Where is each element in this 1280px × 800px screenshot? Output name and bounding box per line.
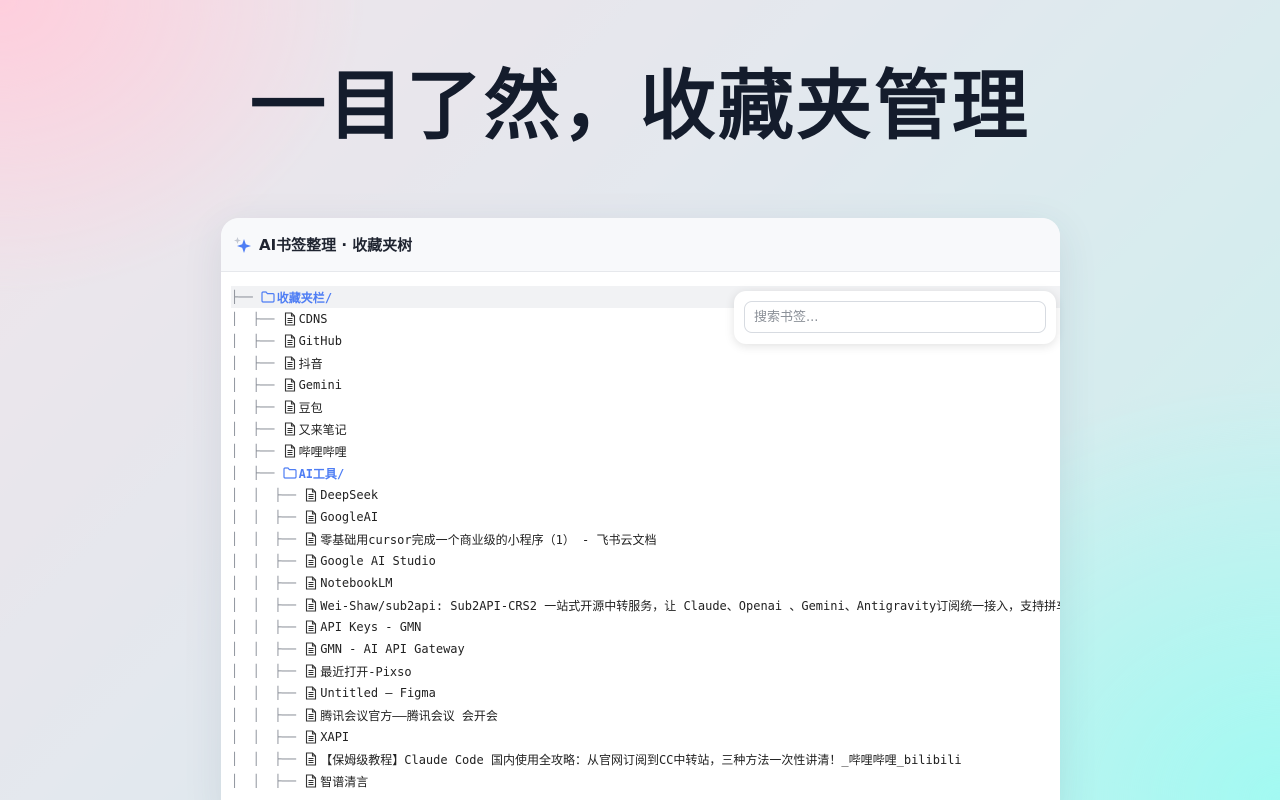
document-icon: [303, 487, 319, 503]
tree-guide-lines: │ │ ├──: [231, 532, 304, 546]
document-icon: [303, 663, 319, 679]
tree-item-label: 【保姆级教程】Claude Code 国内使用全攻略：从官网订阅到CC中转站，三…: [320, 752, 962, 767]
tree-item-label: Wei-Shaw/sub2api: Sub2API-CRS2 一站式开源中转服务…: [320, 598, 1060, 613]
tree-item-label: 哔哩哔哩: [298, 444, 347, 459]
tree-bookmark-row[interactable]: │ │ ├── 零基础用cursor完成一个商业级的小程序（1） - 飞书云文档: [231, 528, 1060, 550]
tree-item-label: 零基础用cursor完成一个商业级的小程序（1） - 飞书云文档: [320, 532, 657, 547]
document-icon: [282, 443, 298, 459]
document-icon: [303, 641, 319, 657]
tree-bookmark-row[interactable]: │ │ ├── 智谱清言: [231, 770, 1060, 792]
bookmark-tree: ├── 收藏夹栏/│ ├── CDNS │ ├── GitHub │ ├── 抖音 │…: [231, 286, 1060, 792]
document-icon: [282, 355, 298, 371]
tree-bookmark-row[interactable]: │ │ ├── 最近打开-Pixso: [231, 660, 1060, 682]
document-icon: [303, 751, 319, 767]
tree-item-label: NotebookLM: [320, 576, 393, 590]
tree-bookmark-row[interactable]: │ │ ├── 腾讯会议官方——腾讯会议 会开会: [231, 704, 1060, 726]
tree-bookmark-row[interactable]: │ ├── 又来笔记: [231, 418, 1060, 440]
tree-guide-lines: │ │ ├──: [231, 752, 304, 766]
tree-bookmark-row[interactable]: │ │ ├── XAPI: [231, 726, 1060, 748]
tree-guide-lines: │ │ ├──: [231, 554, 304, 568]
tree-guide-lines: │ │ ├──: [231, 730, 304, 744]
tree-guide-lines: │ ├──: [231, 444, 282, 458]
search-input[interactable]: [744, 301, 1046, 333]
document-icon: [282, 333, 298, 349]
document-icon: [303, 707, 319, 723]
tree-guide-lines: │ │ ├──: [231, 488, 304, 502]
document-icon: [303, 509, 319, 525]
document-icon: [303, 773, 319, 789]
tree-item-label: API Keys - GMN: [320, 620, 422, 634]
tree-item-label: 收藏夹栏/: [276, 290, 333, 305]
document-icon: [303, 597, 319, 613]
tree-bookmark-row[interactable]: │ │ ├── GoogleAI: [231, 506, 1060, 528]
tree-bookmark-row[interactable]: │ ├── 抖音: [231, 352, 1060, 374]
document-icon: [282, 311, 298, 327]
folder-icon: [282, 465, 298, 481]
tree-bookmark-row[interactable]: │ │ ├── Google AI Studio: [231, 550, 1060, 572]
tree-item-label: GMN - AI API Gateway: [320, 642, 465, 656]
tree-item-label: 智谱清言: [320, 774, 369, 789]
document-icon: [303, 729, 319, 745]
tree-item-label: XAPI: [320, 730, 350, 744]
tree-bookmark-row[interactable]: │ │ ├── DeepSeek: [231, 484, 1060, 506]
tree-bookmark-row[interactable]: │ │ ├── NotebookLM: [231, 572, 1060, 594]
tree-item-label: GoogleAI: [320, 510, 379, 524]
sparkle-icon: [234, 236, 251, 253]
tree-bookmark-row[interactable]: │ ├── 豆包: [231, 396, 1060, 418]
tree-guide-lines: │ ├──: [231, 356, 282, 370]
document-icon: [282, 421, 298, 437]
tree-guide-lines: │ ├──: [231, 466, 282, 480]
tree-bookmark-row[interactable]: │ │ ├── GMN - AI API Gateway: [231, 638, 1060, 660]
document-icon: [303, 553, 319, 569]
tree-guide-lines: │ ├──: [231, 422, 282, 436]
document-icon: [303, 575, 319, 591]
tree-bookmark-row[interactable]: │ │ ├── API Keys - GMN: [231, 616, 1060, 638]
tree-item-label: 最近打开-Pixso: [320, 664, 412, 679]
document-icon: [303, 531, 319, 547]
window-titlebar: AI书签整理 · 收藏夹树: [221, 218, 1060, 272]
tree-bookmark-row[interactable]: │ │ ├── 【保姆级教程】Claude Code 国内使用全攻略：从官网订阅…: [231, 748, 1060, 770]
tree-guide-lines: │ ├──: [231, 312, 282, 326]
tree-guide-lines: │ │ ├──: [231, 664, 304, 678]
tree-item-label: AI工具/: [298, 466, 345, 481]
tree-item-label: 抖音: [298, 356, 323, 371]
tree-guide-lines: │ │ ├──: [231, 510, 304, 524]
tree-bookmark-row[interactable]: │ │ ├── Wei-Shaw/sub2api: Sub2API-CRS2 一…: [231, 594, 1060, 616]
tree-guide-lines: │ │ ├──: [231, 598, 304, 612]
document-icon: [303, 619, 319, 635]
tree-item-label: Gemini: [298, 378, 342, 392]
tree-item-label: 腾讯会议官方——腾讯会议 会开会: [320, 708, 498, 723]
document-icon: [303, 685, 319, 701]
tree-item-label: Untitled – Figma: [320, 686, 436, 700]
tree-guide-lines: │ ├──: [231, 400, 282, 414]
tree-guide-lines: │ │ ├──: [231, 774, 304, 788]
hero-headline: 一目了然，收藏夹管理: [250, 61, 1030, 150]
tree-item-label: 豆包: [298, 400, 323, 415]
tree-item-label: DeepSeek: [320, 488, 379, 502]
tree-guide-lines: │ │ ├──: [231, 620, 304, 634]
tree-item-label: 又来笔记: [298, 422, 347, 437]
folder-icon: [260, 289, 276, 305]
search-popover: [734, 291, 1056, 344]
tree-item-label: Google AI Studio: [320, 554, 436, 568]
tree-guide-lines: │ ├──: [231, 378, 282, 392]
tree-bookmark-row[interactable]: │ │ ├── Untitled – Figma: [231, 682, 1060, 704]
window-title: AI书签整理 · 收藏夹树: [259, 236, 413, 254]
tree-guide-lines: │ │ ├──: [231, 686, 304, 700]
tree-bookmark-row[interactable]: │ ├── Gemini: [231, 374, 1060, 396]
tree-guide-lines: │ │ ├──: [231, 576, 304, 590]
tree-bookmark-row[interactable]: │ ├── 哔哩哔哩: [231, 440, 1060, 462]
document-icon: [282, 377, 298, 393]
tree-guide-lines: │ │ ├──: [231, 642, 304, 656]
tree-guide-lines: │ │ ├──: [231, 708, 304, 722]
tree-guide-lines: │ ├──: [231, 334, 282, 348]
tree-guide-lines: ├──: [231, 290, 260, 304]
document-icon: [282, 399, 298, 415]
tree-item-label: CDNS: [298, 312, 328, 326]
tree-folder-row[interactable]: │ ├── AI工具/: [231, 462, 1060, 484]
tree-item-label: GitHub: [298, 334, 342, 348]
